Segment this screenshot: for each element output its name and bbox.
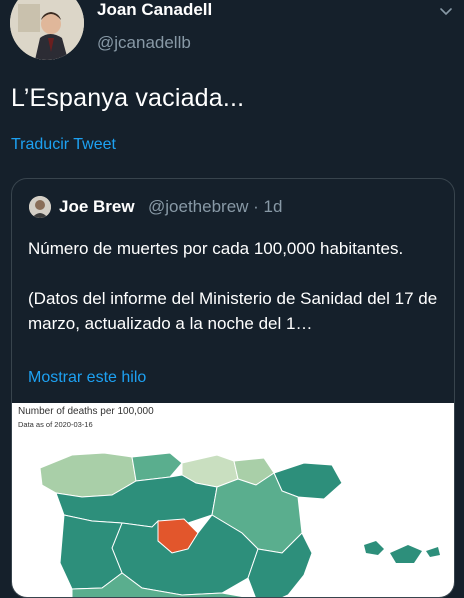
quoted-author-name: Joe Brew bbox=[59, 197, 135, 216]
translate-tweet-link[interactable]: Traducir Tweet bbox=[11, 136, 116, 154]
region-balearic-2 bbox=[390, 545, 422, 563]
spain-map bbox=[39, 452, 440, 597]
map-image[interactable]: Number of deaths per 100,000 Data as of … bbox=[12, 403, 454, 597]
author-avatar[interactable] bbox=[10, 0, 84, 60]
author-handle[interactable]: @jcanadellb bbox=[97, 33, 191, 53]
show-thread-link[interactable]: Mostrar este hilo bbox=[28, 369, 146, 387]
quoted-text-line2: (Datos del informe del Ministerio de San… bbox=[28, 289, 438, 333]
chevron-down-icon[interactable] bbox=[438, 4, 454, 20]
quoted-text: Número de muertes por cada 100,000 habit… bbox=[28, 236, 444, 336]
region-extremadura bbox=[59, 514, 123, 590]
region-balearic bbox=[364, 541, 384, 555]
quoted-text-line1: Número de muertes por cada 100,000 habit… bbox=[28, 239, 404, 258]
quoted-author-avatar bbox=[29, 196, 51, 218]
quoted-meta: @joethebrew · 1d bbox=[148, 197, 283, 216]
quoted-tweet-card[interactable]: Joe Brew @joethebrew · 1d Número de muer… bbox=[11, 178, 455, 598]
tweet-text: L’Espanya vaciada... bbox=[11, 84, 245, 112]
author-name[interactable]: Joan Canadell bbox=[97, 0, 212, 20]
region-balearic-3 bbox=[426, 547, 440, 557]
map-subtitle: Data as of 2020-03-16 bbox=[18, 420, 93, 429]
map-title: Number of deaths per 100,000 bbox=[18, 406, 154, 417]
